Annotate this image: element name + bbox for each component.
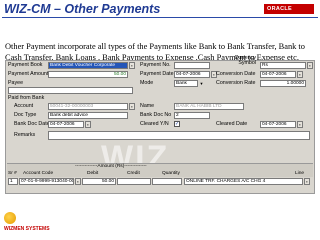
cleared-yn-label: Cleared Y/N bbox=[140, 121, 169, 127]
bank-doc-no-label: Bank Doc No bbox=[140, 112, 172, 118]
row-line-cell[interactable]: ONLINE TRF. CHARGES A/C CHG 4 bbox=[184, 178, 303, 185]
row-debit-cell[interactable]: 50.00 bbox=[82, 178, 116, 185]
conversion-date-label: Conversion Date bbox=[216, 71, 256, 77]
page-title: WIZ-CM – Other Payments bbox=[4, 2, 161, 16]
bank-doc-date-label: Bank Doc Date bbox=[14, 121, 50, 127]
account-lov-button[interactable]: ▪ bbox=[129, 103, 135, 110]
cleared-date-calendar-button[interactable]: ▪ bbox=[297, 121, 303, 128]
payment-book-label: Payment Book bbox=[8, 62, 43, 68]
conversion-date-calendar-button[interactable]: ▪ bbox=[297, 71, 303, 78]
row-sr-cell[interactable]: 1 bbox=[8, 178, 18, 185]
lines-grid-header: --------------Amount (Rs)-------------- … bbox=[7, 163, 313, 177]
wizmen-logo-text: WIZMEN SYSTEMS bbox=[4, 226, 50, 232]
payee-field[interactable] bbox=[8, 87, 133, 94]
payment-book-lov-button[interactable]: ▪ bbox=[129, 62, 135, 69]
payment-amount-label: Payment Amount bbox=[8, 71, 49, 77]
column-header-debit: Debit bbox=[87, 171, 99, 176]
bank-doc-date-field[interactable]: 04-07-2006 bbox=[48, 121, 84, 128]
column-header-credit: Credit bbox=[127, 171, 140, 176]
bank-doc-no-field[interactable]: 2 bbox=[174, 112, 210, 119]
payee-label: Payee bbox=[8, 80, 24, 86]
column-header-account-code: Account Code bbox=[23, 171, 54, 176]
payment-date-field[interactable]: 04-07-2006 bbox=[174, 71, 210, 78]
name-label: Name bbox=[140, 103, 155, 109]
title-underline bbox=[2, 17, 318, 18]
remarks-field[interactable] bbox=[48, 131, 310, 140]
conversion-rate-field[interactable]: 1.00000 bbox=[260, 80, 306, 87]
other-payments-form: WIZ Payment Book Bank Debit Voucher Corp… bbox=[5, 55, 315, 194]
bank-doc-date-calendar-button[interactable]: ▪ bbox=[85, 121, 91, 128]
oracle-logo: ORACLE PARTNER bbox=[264, 4, 314, 22]
currency-field[interactable]: Rs bbox=[260, 62, 306, 69]
account-label: Account bbox=[14, 103, 34, 109]
row-account-cell[interactable]: 07-01-9-9999-913040-0000 bbox=[19, 178, 74, 185]
payment-date-label: Payment Date bbox=[140, 71, 174, 77]
account-field[interactable]: 50041-32-00000003 bbox=[48, 103, 128, 110]
wizmen-logo-icon bbox=[4, 212, 16, 224]
cleared-date-field[interactable]: 04-07-2006 bbox=[260, 121, 296, 128]
paid-from-bank-label: Paid from Bank bbox=[8, 95, 45, 101]
column-header-quantity: Quantity bbox=[162, 171, 180, 176]
column-header-line: Line bbox=[295, 171, 305, 176]
remarks-label: Remarks bbox=[14, 132, 36, 138]
payment-no-label: Payment No. bbox=[140, 62, 171, 68]
column-header-sr: Sr # bbox=[8, 171, 17, 176]
row-quantity-cell[interactable] bbox=[152, 178, 182, 185]
chevron-down-icon[interactable]: ▼ bbox=[199, 81, 204, 86]
name-field[interactable]: BANK AL HABIB LTD bbox=[174, 103, 244, 110]
payment-no-field[interactable] bbox=[174, 62, 210, 69]
conversion-rate-label: Conversion Rate bbox=[216, 80, 256, 86]
payment-amount-field[interactable]: 50.00 bbox=[48, 71, 128, 78]
payment-book-field[interactable]: Bank Debit Voucher Corporate bbox=[48, 62, 128, 69]
conversion-date-field[interactable]: 04-07-2006 bbox=[260, 71, 296, 78]
cleared-yn-checkbox[interactable]: ✓ bbox=[174, 121, 180, 127]
row-account-lov-button[interactable]: ▪ bbox=[75, 178, 81, 185]
mode-label: Mode bbox=[140, 80, 154, 86]
doc-type-field[interactable]: Bank debit advice bbox=[48, 112, 128, 119]
currency-symbol-label: Currency Symbol bbox=[234, 55, 257, 66]
mode-select[interactable]: Bank bbox=[174, 80, 198, 87]
row-credit-cell[interactable] bbox=[117, 178, 151, 185]
doc-type-label: Doc Type bbox=[14, 112, 37, 118]
amount-group-header: --------------Amount (Rs)-------------- bbox=[75, 164, 147, 169]
cleared-date-label: Cleared Date bbox=[216, 121, 248, 127]
row-line-lov-button[interactable]: ▪ bbox=[304, 178, 310, 185]
currency-lov-button[interactable]: ▪ bbox=[307, 62, 313, 69]
